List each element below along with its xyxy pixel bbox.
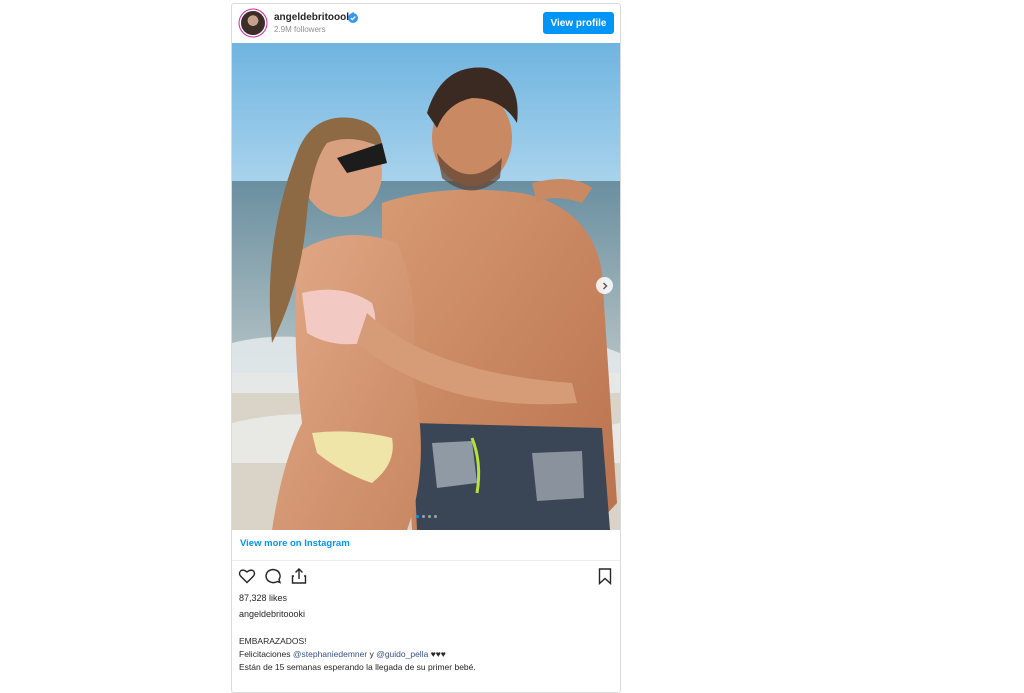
likes-count: 87,328 likes [239,593,288,603]
caption-text: ♥♥♥ [430,649,446,659]
carousel-dot [434,515,437,518]
caption-line: Están de 15 semanas esperando la llegada… [239,662,476,672]
next-photo-button[interactable] [596,277,613,294]
heart-icon[interactable] [238,567,256,585]
post-caption: EMBARAZADOS! Felicitaciones @stephaniede… [239,635,476,674]
comment-icon[interactable] [264,567,282,585]
caption-line: EMBARAZADOS! [239,636,307,646]
view-profile-button[interactable]: View profile [543,12,614,34]
chevron-right-icon [602,282,607,289]
carousel-dot [416,515,419,518]
carousel-dot [428,515,431,518]
caption-line: Felicitaciones @stephaniedemner y @guido… [239,648,476,661]
bookmark-icon[interactable] [596,567,614,585]
username[interactable]: angeldebritoooki [274,12,355,23]
mention-link[interactable]: @guido_pella [376,649,428,659]
caption-username[interactable]: angeldebritoooki [239,609,305,619]
caption-text: y [369,649,374,659]
mention-link[interactable]: @stephaniedemner [293,649,367,659]
post-photo[interactable] [232,43,620,530]
share-icon[interactable] [290,567,308,585]
carousel-indicator [416,515,437,518]
avatar[interactable] [241,11,265,35]
action-bar [232,565,620,587]
verified-badge-icon [348,13,358,23]
divider [232,560,620,561]
post-header: angeldebritoooki 2.9M followers View pro… [232,4,620,43]
followers-count: 2.9M followers [274,25,326,34]
instagram-embed-card: angeldebritoooki 2.9M followers View pro… [231,3,621,693]
caption-text: Felicitaciones [239,649,291,659]
view-more-link[interactable]: View more on Instagram [240,538,350,549]
carousel-dot [422,515,425,518]
